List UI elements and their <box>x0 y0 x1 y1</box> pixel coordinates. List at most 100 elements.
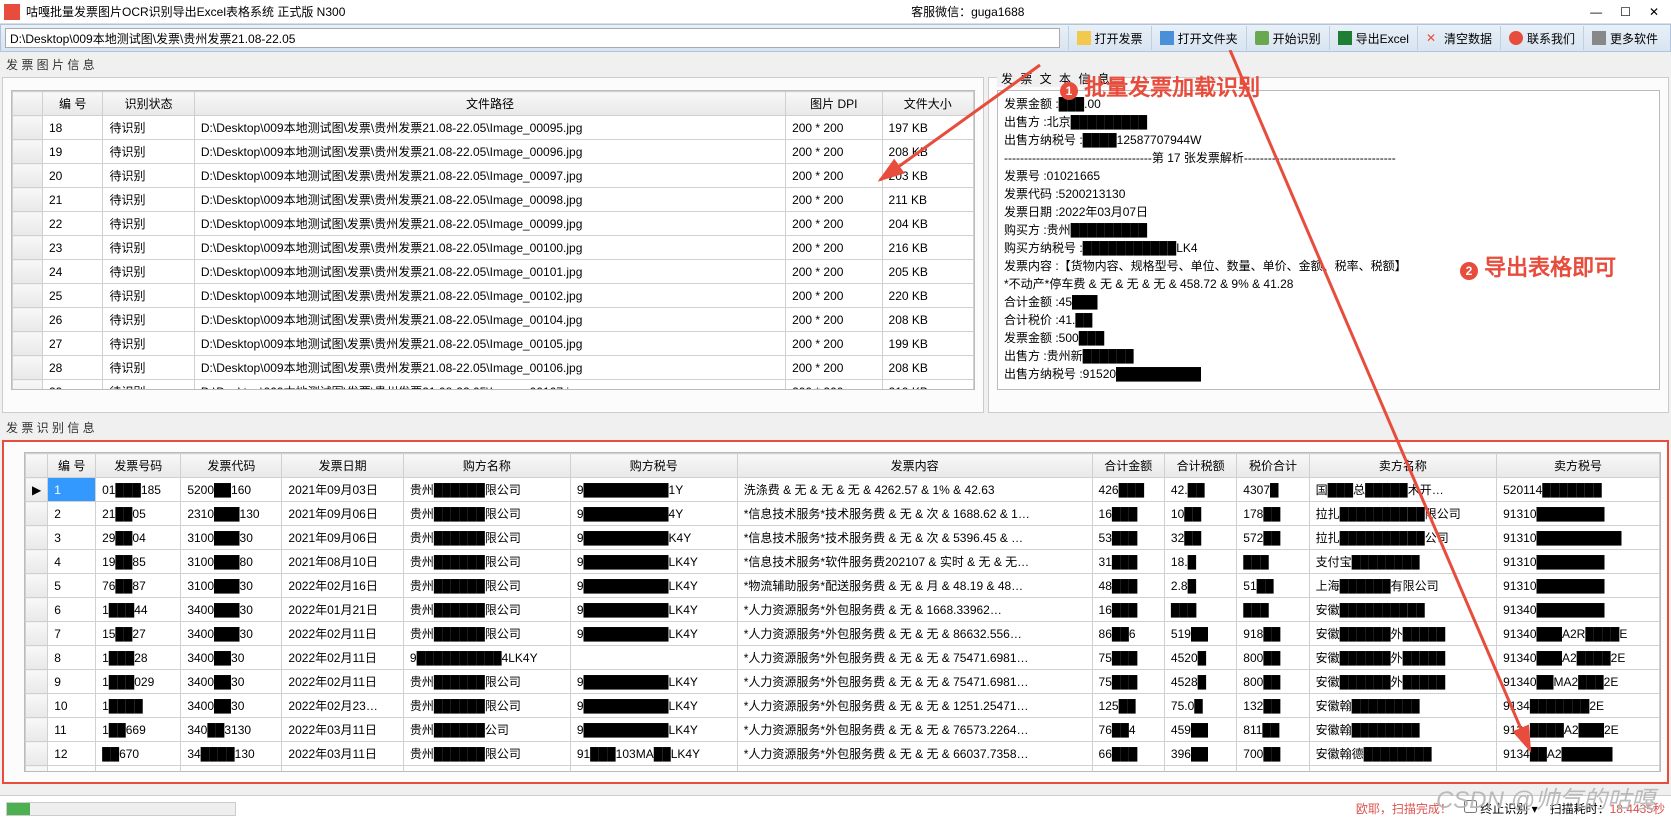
stop-checkbox[interactable]: 终止识别 ▾ <box>1464 800 1538 817</box>
invoice-text-area[interactable]: 发票金额 :███.00出售方 :北京█████████出售方纳税号 :████… <box>997 90 1660 390</box>
col-header[interactable]: 文件路径 <box>194 92 785 116</box>
col-header[interactable]: 发票内容 <box>737 454 1092 478</box>
time-label: 扫描耗时： <box>1550 802 1610 816</box>
table-row[interactable]: 91███0293400██302022年02月11日贵州██████限公司9█… <box>26 670 1660 694</box>
minimize-button[interactable]: — <box>1590 5 1602 19</box>
text-line: 发票金额 :500███ <box>1004 329 1653 347</box>
app-title: 咕嘎批量发票图片OCR识别导出Excel表格系统 正式版 N300 <box>26 3 345 20</box>
qq-icon <box>1509 31 1523 45</box>
table-row[interactable]: 21待识别D:\Desktop\009本地测试图\发票\贵州发票21.08-22… <box>13 188 974 212</box>
table-row[interactable]: 81███283400██302022年02月11日9██████████4LK… <box>26 646 1660 670</box>
table-row[interactable]: 19待识别D:\Desktop\009本地测试图\发票\贵州发票21.08-22… <box>13 140 974 164</box>
status-done: 欧耶，扫描完成！ <box>1356 800 1452 817</box>
col-header[interactable]: 识别状态 <box>103 92 194 116</box>
col-header[interactable]: 文件大小 <box>882 92 973 116</box>
image-table: 编 号识别状态文件路径图片 DPI文件大小 18待识别D:\Desktop\00… <box>12 91 974 390</box>
maximize-button[interactable]: ☐ <box>1620 5 1631 19</box>
table-row[interactable]: 715██273400███302022年02月11日贵州██████限公司9█… <box>26 622 1660 646</box>
titlebar-center: 客服微信：guga1688 <box>345 3 1590 20</box>
text-info-panel: 发 票 文 本 信 息 发票金额 :███.00出售方 :北京█████████… <box>988 77 1669 413</box>
col-header[interactable]: 合计金额 <box>1092 454 1164 478</box>
table-row[interactable]: 576██873100███302022年02月16日贵州██████限公司9█… <box>26 574 1660 598</box>
text-line: 发票内容 :【货物内容、规格型号、单位、数量、单价、金额、税率、税额】 <box>1004 257 1653 275</box>
close-button[interactable]: ✕ <box>1649 5 1659 19</box>
col-header[interactable]: 卖方税号 <box>1497 454 1660 478</box>
more-software-button[interactable]: 更多软件 <box>1583 26 1666 50</box>
table-row[interactable]: 61███443400███302022年01月21日贵州██████限公司9█… <box>26 598 1660 622</box>
text-line: 合计金额 :45███ <box>1004 293 1653 311</box>
group2-label: 发 票 文 本 信 息 <box>997 70 1116 87</box>
text-line: -------------------------------------第 1… <box>1004 149 1653 167</box>
table-row[interactable]: 419██853100███802021年08月10日贵州██████限公司9█… <box>26 550 1660 574</box>
btn-label: 清空数据 <box>1444 30 1492 47</box>
toolbar: 打开发票 打开文件夹 开始识别 导出Excel ✕ 清空数据 联系我们 更多软件 <box>0 24 1671 52</box>
btn-label: 打开文件夹 <box>1178 30 1238 47</box>
btn-label: 导出Excel <box>1356 30 1409 47</box>
path-input[interactable] <box>5 28 1060 48</box>
col-header[interactable]: 合计税额 <box>1164 454 1236 478</box>
play-icon <box>1255 31 1269 45</box>
text-line: *不动产*停车费 & 无 & 无 & 无 & 458.72 & 9% & 41.… <box>1004 275 1653 293</box>
result-table-wrap[interactable]: 编 号发票号码发票代码发票日期购方名称购方税号发票内容合计金额合计税额税价合计卖… <box>24 452 1661 772</box>
table-row[interactable]: 22待识别D:\Desktop\009本地测试图\发票\贵州发票21.08-22… <box>13 212 974 236</box>
table-row[interactable]: 28待识别D:\Desktop\009本地测试图\发票\贵州发票21.08-22… <box>13 356 974 380</box>
titlebar: 咕嘎批量发票图片OCR识别导出Excel表格系统 正式版 N300 客服微信：g… <box>0 0 1671 24</box>
statusbar: 欧耶，扫描完成！ 终止识别 ▾ 扫描耗时：18.4435秒 <box>0 795 1671 821</box>
excel-icon <box>1338 31 1352 45</box>
export-excel-button[interactable]: 导出Excel <box>1329 26 1417 50</box>
col-header[interactable]: 购方名称 <box>403 454 570 478</box>
text-line: 发票金额 :███.00 <box>1004 95 1653 113</box>
ocr-result-panel: 编 号发票号码发票代码发票日期购方名称购方税号发票内容合计金额合计税额税价合计卖… <box>2 440 1669 784</box>
group1-label: 发 票 图 片 信 息 <box>0 52 1671 75</box>
table-row[interactable]: 23待识别D:\Desktop\009本地测试图\发票\贵州发票21.08-22… <box>13 236 974 260</box>
table-row[interactable]: 12██67034████1302022年03月11日贵州██████限公司91… <box>26 742 1660 766</box>
btn-label: 开始识别 <box>1273 30 1321 47</box>
col-header[interactable]: 购方税号 <box>570 454 737 478</box>
text-line: 出售方 :北京█████████ <box>1004 113 1653 131</box>
btn-label: 联系我们 <box>1527 30 1575 47</box>
text-line: 发票代码 :5200213130 <box>1004 185 1653 203</box>
table-row[interactable]: 221██052310███1302021年09月06日贵州██████限公司9… <box>26 502 1660 526</box>
table-row[interactable]: 25待识别D:\Desktop\009本地测试图\发票\贵州发票21.08-22… <box>13 284 974 308</box>
table-row[interactable]: 29待识别D:\Desktop\009本地测试图\发票\贵州发票21.08-22… <box>13 380 974 391</box>
table-row[interactable]: 13███7134████1302022年03月11日贵州██████限公司9█… <box>26 766 1660 773</box>
col-header[interactable]: 卖方名称 <box>1309 454 1496 478</box>
col-header[interactable]: 编 号 <box>43 92 103 116</box>
col-header[interactable]: 图片 DPI <box>786 92 882 116</box>
table-row[interactable]: ▶101███1855200██1602021年09月03日贵州██████限公… <box>26 478 1660 502</box>
text-line: 购买方纳税号 :███████████LK4 <box>1004 239 1653 257</box>
text-line: 出售方纳税号 :91520██████████ <box>1004 365 1653 383</box>
clear-data-button[interactable]: ✕ 清空数据 <box>1417 26 1500 50</box>
text-line: 发票号 :01021665 <box>1004 167 1653 185</box>
col-header[interactable]: 发票代码 <box>181 454 282 478</box>
start-ocr-button[interactable]: 开始识别 <box>1246 26 1329 50</box>
image-info-panel: 编 号识别状态文件路径图片 DPI文件大小 18待识别D:\Desktop\00… <box>2 77 984 413</box>
btn-label: 打开发票 <box>1095 30 1143 47</box>
open-folder-button[interactable]: 打开文件夹 <box>1151 26 1246 50</box>
text-line: 合计税价 :41.██ <box>1004 311 1653 329</box>
contact-button[interactable]: 联系我们 <box>1500 26 1583 50</box>
table-row[interactable]: 26待识别D:\Desktop\009本地测试图\发票\贵州发票21.08-22… <box>13 308 974 332</box>
text-line: 出售方 :贵州新██████ <box>1004 347 1653 365</box>
time-value: 18.4435秒 <box>1610 802 1665 816</box>
table-row[interactable]: 329██043100███302021年09月06日贵州██████限公司9█… <box>26 526 1660 550</box>
table-row[interactable]: 27待识别D:\Desktop\009本地测试图\发票\贵州发票21.08-22… <box>13 332 974 356</box>
open-invoice-button[interactable]: 打开发票 <box>1068 26 1151 50</box>
text-line: 出售方纳税号 :████12587707944W <box>1004 131 1653 149</box>
table-row[interactable]: 24待识别D:\Desktop\009本地测试图\发票\贵州发票21.08-22… <box>13 260 974 284</box>
col-header[interactable]: 发票号码 <box>96 454 181 478</box>
col-header[interactable]: 税价合计 <box>1237 454 1309 478</box>
delete-icon: ✕ <box>1426 31 1440 45</box>
table-row[interactable]: 101████3400██302022年02月23…贵州██████限公司9██… <box>26 694 1660 718</box>
folder-icon <box>1160 31 1174 45</box>
btn-label: 更多软件 <box>1610 30 1658 47</box>
image-table-wrap[interactable]: 编 号识别状态文件路径图片 DPI文件大小 18待识别D:\Desktop\00… <box>11 90 975 390</box>
table-row[interactable]: 20待识别D:\Desktop\009本地测试图\发票\贵州发票21.08-22… <box>13 164 974 188</box>
folder-open-icon <box>1077 31 1091 45</box>
text-line: 发票日期 :2022年03月07日 <box>1004 203 1653 221</box>
col-header[interactable]: 编 号 <box>48 454 96 478</box>
table-row[interactable]: 111██669340██31302022年03月11日贵州██████公司9█… <box>26 718 1660 742</box>
col-header[interactable]: 发票日期 <box>282 454 403 478</box>
app-icon <box>4 4 20 20</box>
table-row[interactable]: 18待识别D:\Desktop\009本地测试图\发票\贵州发票21.08-22… <box>13 116 974 140</box>
